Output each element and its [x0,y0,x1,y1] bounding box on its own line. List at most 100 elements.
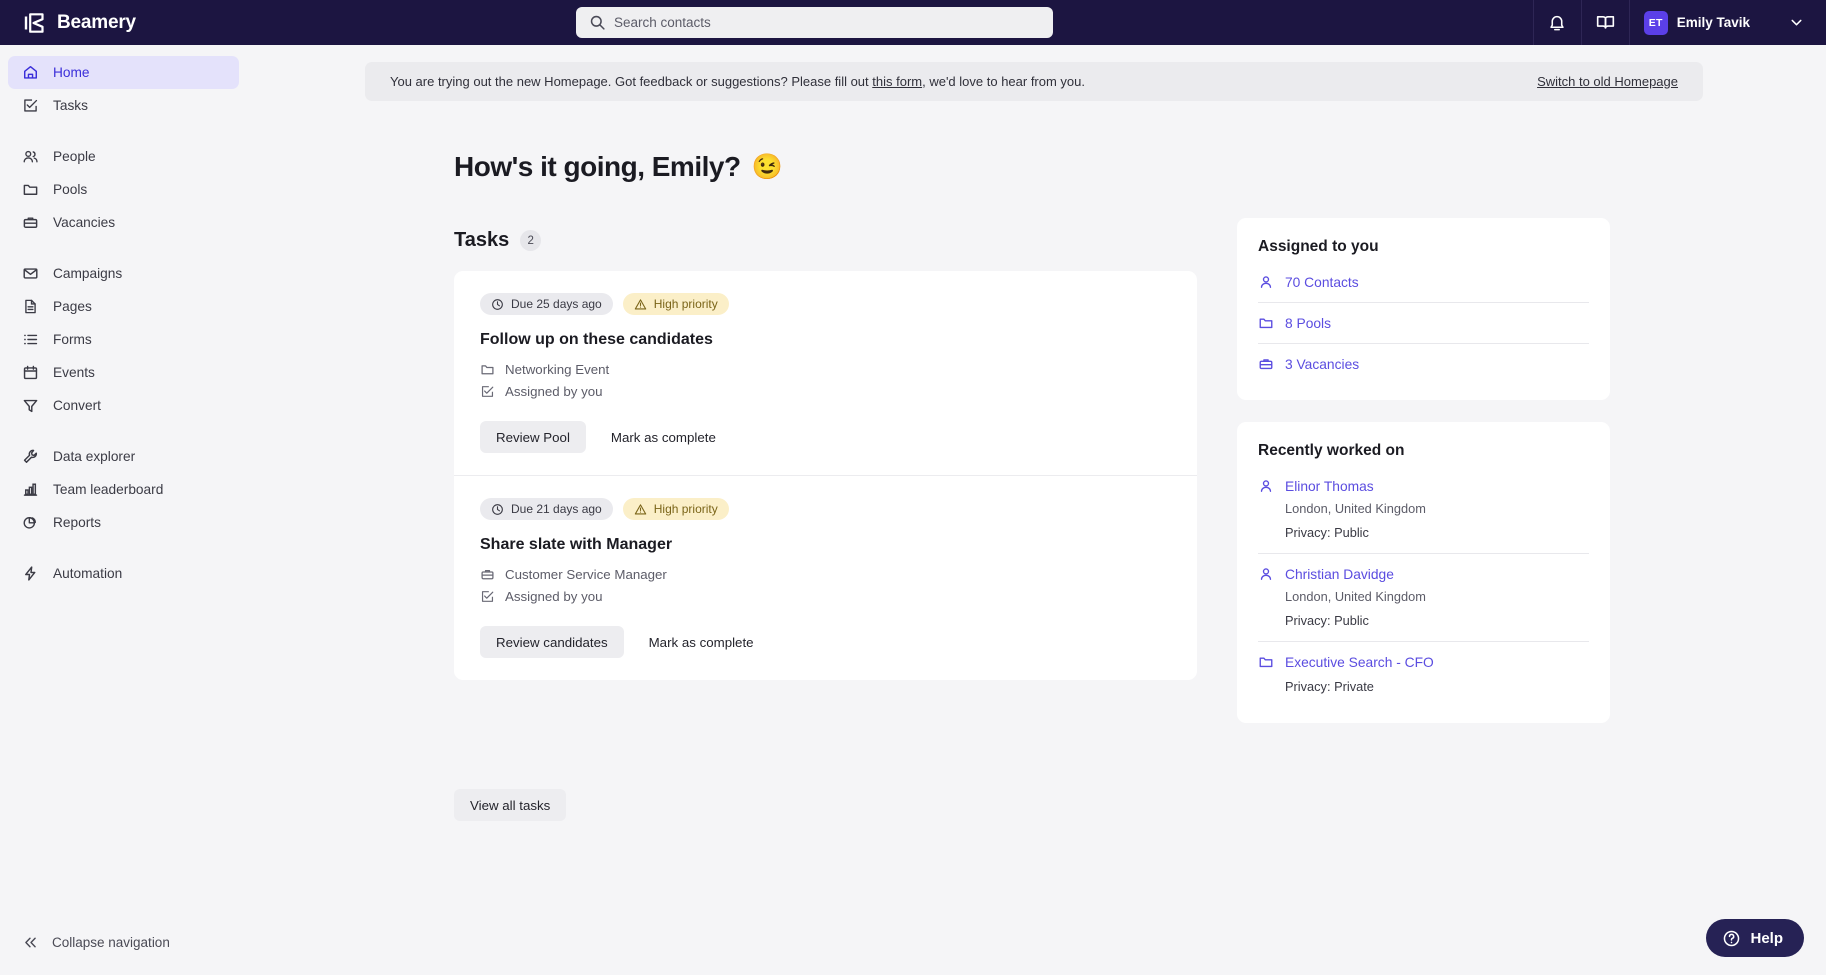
envelope-icon [22,265,39,282]
sidebar-item-team-leaderboard[interactable]: Team leaderboard [8,473,239,506]
task-priority-badge: High priority [623,498,729,520]
sidebar-item-events[interactable]: Events [8,356,239,389]
sidebar-item-label: Pools [53,182,87,197]
list-icon [22,331,39,348]
warning-triangle-icon [634,298,647,311]
list-item: Elinor Thomas London, United Kingdom Pri… [1258,466,1589,553]
switch-to-old-homepage-link[interactable]: Switch to old Homepage [1537,74,1678,89]
recently-worked-on-card: Recently worked on Elinor Thomas London,… [1237,422,1610,723]
clock-icon [491,503,504,516]
view-all-tasks-button[interactable]: View all tasks [454,789,566,821]
briefcase-icon [1258,356,1274,372]
nav-divider [0,539,247,557]
right-rail: Assigned to you 70 Contacts 8 Pools 3 Va… [1237,218,1610,723]
banner-text-after: , we'd love to hear from you. [922,74,1085,89]
task-priority-badge: High priority [623,293,729,315]
sidebar-item-label: Convert [53,398,101,413]
nav-divider [0,122,247,140]
help-button[interactable]: Help [1706,919,1804,957]
sidebar-item-label: Data explorer [53,449,135,464]
task-priority-label: High priority [654,297,718,311]
search-input[interactable] [576,7,1053,38]
banner-message: You are trying out the new Homepage. Got… [390,74,1085,89]
folder-icon [1258,315,1274,331]
folder-icon [480,362,495,377]
sidebar-item-label: Events [53,365,95,380]
briefcase-icon [480,567,495,582]
notifications-button[interactable] [1533,0,1581,45]
sidebar-item-pools[interactable]: Pools [8,173,239,206]
sidebar-item-label: Automation [53,566,122,581]
sidebar-item-pages[interactable]: Pages [8,290,239,323]
task-pills: Due 25 days ago High priority [480,293,1171,315]
assigned-row-label: 70 Contacts [1285,275,1359,290]
task-pills: Due 21 days ago High priority [480,498,1171,520]
calendar-icon [22,364,39,381]
recent-contact-link[interactable]: Christian Davidge [1258,566,1589,582]
task-meta-row: Customer Service Manager [480,567,1171,582]
user-menu[interactable]: ET Emily Tavik [1629,0,1766,45]
sidebar-item-convert[interactable]: Convert [8,389,239,422]
nav-group-1: Home Tasks [0,45,247,122]
person-icon [1258,478,1274,494]
folder-icon [22,181,39,198]
recent-item-name: Elinor Thomas [1285,479,1374,494]
knowledge-base-button[interactable] [1581,0,1629,45]
search-container[interactable] [576,7,1053,38]
task-check-icon [480,589,495,604]
sidebar-item-label: Campaigns [53,266,122,281]
folder-icon [1258,654,1274,670]
sidebar-item-label: Reports [53,515,101,530]
tasks-section-header: Tasks 2 [454,229,541,252]
avatar: ET [1644,11,1668,35]
review-pool-button[interactable]: Review Pool [480,421,586,453]
assigned-vacancies-link[interactable]: 3 Vacancies [1258,344,1589,384]
assigned-contacts-link[interactable]: 70 Contacts [1258,262,1589,302]
page-title: How's it going, Emily? 😉 [454,151,782,183]
nav-group-5: Automation [0,557,247,590]
recent-item-location: London, United Kingdom [1285,501,1589,516]
task-card: Due 21 days ago High priority Share slat… [454,475,1197,680]
assigned-to-you-title: Assigned to you [1258,238,1589,256]
banner-form-link[interactable]: this form [872,74,922,89]
brand[interactable]: Beamery [22,10,136,36]
task-due-label: Due 21 days ago [511,502,602,516]
task-actions: Review candidates Mark as complete [480,626,1171,658]
sidebar-item-tasks[interactable]: Tasks [8,89,239,122]
sidebar-item-home[interactable]: Home [8,56,239,89]
recent-pool-link[interactable]: Executive Search - CFO [1258,654,1589,670]
sidebar-item-campaigns[interactable]: Campaigns [8,257,239,290]
view-all-tasks-container: View all tasks [454,789,566,821]
mark-as-complete-button[interactable]: Mark as complete [597,421,730,453]
task-card: Due 25 days ago High priority Follow up … [454,271,1197,475]
sidebar: Home Tasks People Pools [0,45,247,975]
sidebar-item-forms[interactable]: Forms [8,323,239,356]
mark-as-complete-button[interactable]: Mark as complete [635,626,768,658]
sidebar-item-reports[interactable]: Reports [8,506,239,539]
question-circle-icon [1722,929,1741,948]
recent-item-privacy: Privacy: Private [1285,679,1589,694]
sidebar-item-label: Forms [53,332,92,347]
wrench-icon [22,448,39,465]
recently-worked-on-title: Recently worked on [1258,442,1589,460]
lightning-icon [22,565,39,582]
assigned-row-label: 8 Pools [1285,316,1331,331]
book-icon [1595,12,1616,33]
chevron-down-icon [1788,14,1805,31]
task-meta: Networking Event Assigned by you [480,362,1171,399]
sidebar-item-automation[interactable]: Automation [8,557,239,590]
review-candidates-button[interactable]: Review candidates [480,626,624,658]
task-meta-row: Assigned by you [480,589,1171,604]
user-menu-toggle[interactable] [1766,0,1826,45]
task-meta-row: Assigned by you [480,384,1171,399]
sidebar-item-data-explorer[interactable]: Data explorer [8,440,239,473]
nav-group-4: Data explorer Team leaderboard Reports [0,440,247,539]
sidebar-item-people[interactable]: People [8,140,239,173]
recent-contact-link[interactable]: Elinor Thomas [1258,478,1589,494]
recent-item-name: Christian Davidge [1285,567,1394,582]
collapse-navigation-button[interactable]: Collapse navigation [22,934,170,951]
assigned-pools-link[interactable]: 8 Pools [1258,303,1589,343]
recent-item-location: London, United Kingdom [1285,589,1589,604]
nav-divider [0,239,247,257]
sidebar-item-vacancies[interactable]: Vacancies [8,206,239,239]
